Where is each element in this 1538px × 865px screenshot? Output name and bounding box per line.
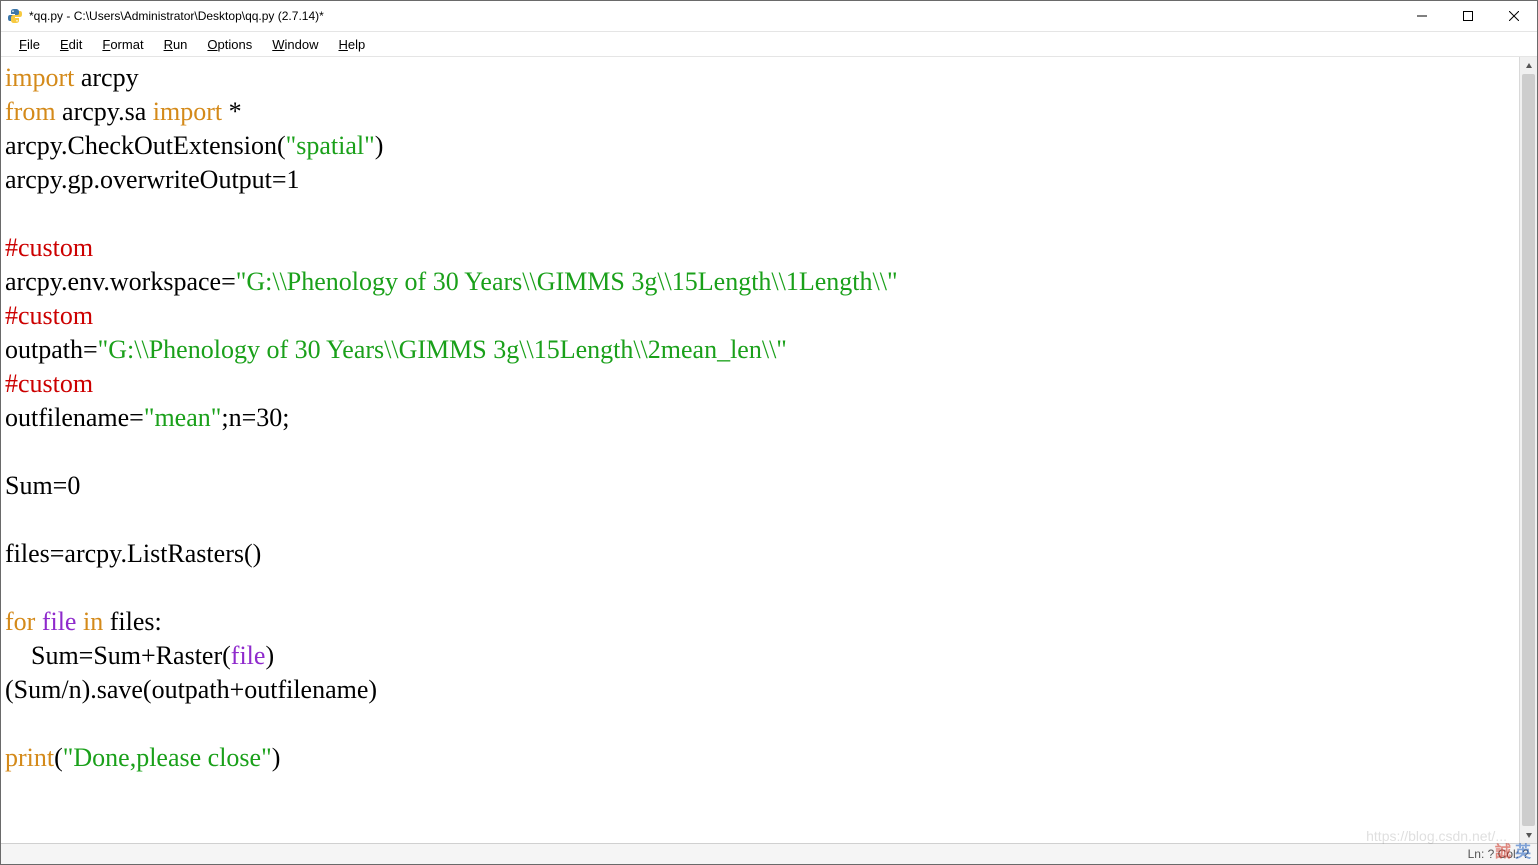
kw-import2: import bbox=[153, 97, 222, 126]
kw-from: from bbox=[5, 97, 56, 126]
menu-edit[interactable]: Edit bbox=[50, 35, 92, 54]
code-editor[interactable]: import arcpy from arcpy.sa import * arcp… bbox=[1, 57, 1519, 843]
window-controls bbox=[1399, 1, 1537, 31]
idle-window: *qq.py - C:\Users\Administrator\Desktop\… bbox=[0, 0, 1538, 865]
str-spatial: "spatial" bbox=[286, 131, 375, 160]
python-idle-icon bbox=[7, 8, 23, 24]
kw-for: for bbox=[5, 607, 35, 636]
titlebar[interactable]: *qq.py - C:\Users\Administrator\Desktop\… bbox=[1, 1, 1537, 32]
comment-custom3: #custom bbox=[5, 369, 93, 398]
vertical-scrollbar[interactable] bbox=[1519, 57, 1537, 843]
minimize-button[interactable] bbox=[1399, 1, 1445, 31]
kw-import: import bbox=[5, 63, 74, 92]
menu-run[interactable]: Run bbox=[154, 35, 198, 54]
close-button[interactable] bbox=[1491, 1, 1537, 31]
str-done: "Done,please close" bbox=[63, 743, 272, 772]
scroll-thumb[interactable] bbox=[1522, 74, 1535, 826]
status-ln-col: Ln: ? Col: ? bbox=[1468, 847, 1529, 861]
comment-custom2: #custom bbox=[5, 301, 93, 330]
str-workspace: "G:\\Phenology of 30 Years\\GIMMS 3g\\15… bbox=[236, 267, 898, 296]
menu-options[interactable]: Options bbox=[197, 35, 262, 54]
menubar: File Edit Format Run Options Window Help bbox=[1, 32, 1537, 57]
scroll-track[interactable] bbox=[1520, 74, 1537, 826]
str-outpath: "G:\\Phenology of 30 Years\\GIMMS 3g\\15… bbox=[98, 335, 787, 364]
statusbar: Ln: ? Col: ? bbox=[1, 843, 1537, 864]
editor-area-wrap: import arcpy from arcpy.sa import * arcp… bbox=[1, 57, 1537, 843]
menu-window[interactable]: Window bbox=[262, 35, 328, 54]
menu-help[interactable]: Help bbox=[329, 35, 376, 54]
str-mean: "mean" bbox=[144, 403, 222, 432]
menu-format[interactable]: Format bbox=[92, 35, 153, 54]
window-title: *qq.py - C:\Users\Administrator\Desktop\… bbox=[29, 9, 324, 23]
var-file1: file bbox=[42, 607, 77, 636]
kw-in: in bbox=[83, 607, 103, 636]
menu-file[interactable]: File bbox=[9, 35, 50, 54]
comment-custom1: #custom bbox=[5, 233, 93, 262]
var-file2: file bbox=[231, 641, 266, 670]
kw-print: print bbox=[5, 743, 54, 772]
scroll-up-arrow[interactable] bbox=[1520, 57, 1537, 74]
maximize-button[interactable] bbox=[1445, 1, 1491, 31]
scroll-down-arrow[interactable] bbox=[1520, 826, 1537, 843]
